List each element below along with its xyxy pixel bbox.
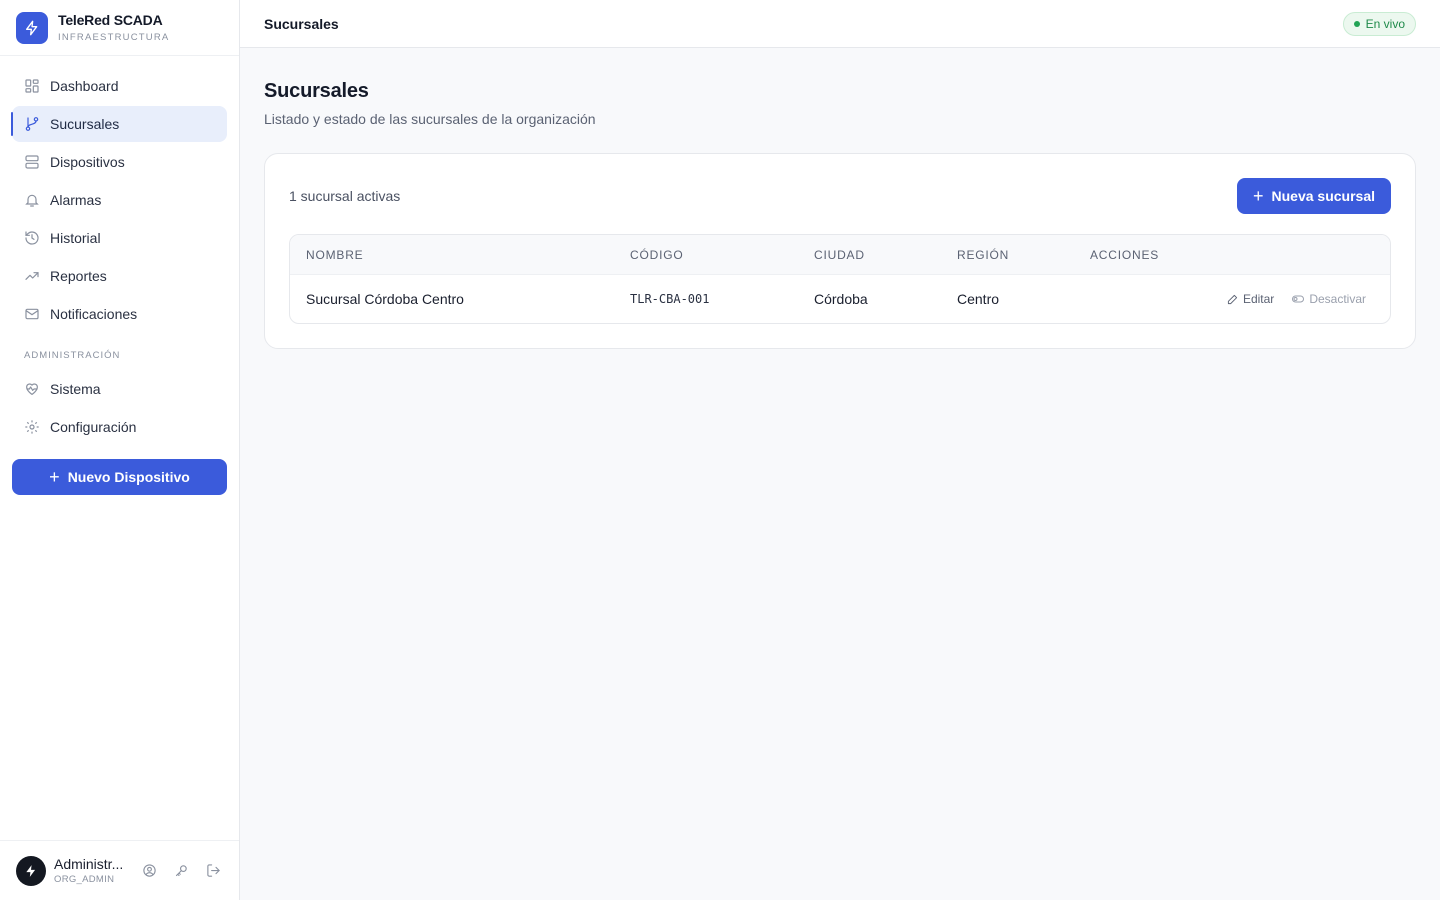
topbar: Sucursales En vivo	[240, 0, 1440, 48]
deactivate-button[interactable]: Desactivar	[1292, 292, 1366, 306]
sidebar-item-label: Sistema	[50, 381, 101, 397]
sidebar-item-label: Configuración	[50, 419, 137, 435]
sidebar: TeleRed SCADA INFRAESTRUCTURA Dashboard …	[0, 0, 240, 900]
branch-icon	[24, 116, 40, 132]
sidebar-item-label: Dispositivos	[50, 154, 125, 170]
table-row: Sucursal Córdoba Centro TLR-CBA-001 Córd…	[290, 275, 1390, 323]
new-branch-label: Nueva sucursal	[1271, 188, 1376, 204]
sidebar-item-sistema[interactable]: Sistema	[12, 371, 227, 407]
bell-icon	[24, 192, 40, 208]
profile-icon[interactable]	[140, 862, 158, 880]
grid-icon	[24, 78, 40, 94]
plus-icon: +	[1252, 186, 1264, 206]
avatar[interactable]	[16, 855, 46, 886]
sidebar-item-label: Historial	[50, 230, 101, 246]
branches-card: 1 sucursal activas + Nueva sucursal NOMB…	[264, 153, 1416, 349]
sidebar-item-notificaciones[interactable]: Notificaciones	[12, 296, 227, 332]
live-status-label: En vivo	[1365, 16, 1405, 31]
trending-icon	[24, 268, 40, 284]
new-device-label: Nuevo Dispositivo	[67, 469, 190, 485]
cell-city: Córdoba	[814, 291, 868, 307]
pencil-icon	[1227, 294, 1238, 304]
user-bar: Administr... ORG_ADMIN	[0, 840, 239, 900]
heart-pulse-icon	[24, 381, 40, 397]
column-header-ciudad: CIUDAD	[814, 247, 865, 262]
sidebar-item-configuracion[interactable]: Configuración	[12, 409, 227, 445]
key-icon[interactable]	[172, 862, 190, 880]
section-label-admin: ADMINISTRACIÓN	[24, 350, 121, 361]
bolt-icon	[16, 11, 48, 44]
user-role: ORG_ADMIN	[54, 874, 115, 885]
active-count: 1 sucursal activas	[289, 188, 401, 204]
plus-icon: +	[49, 467, 60, 487]
sidebar-item-sucursales[interactable]: Sucursales	[11, 106, 227, 142]
topbar-title: Sucursales	[264, 15, 339, 32]
brand-title: TeleRed SCADA	[58, 11, 163, 28]
column-header-codigo: CÓDIGO	[630, 247, 684, 262]
page-subtitle: Listado y estado de las sucursales de la…	[264, 111, 596, 127]
mail-icon	[24, 306, 40, 322]
main-content: Sucursales Listado y estado de las sucur…	[264, 80, 1416, 349]
status-dot-icon	[1353, 20, 1360, 27]
edit-label: Editar	[1242, 292, 1275, 306]
logout-icon[interactable]	[204, 862, 222, 880]
new-branch-button[interactable]: + Nueva sucursal	[1236, 178, 1391, 214]
server-icon	[24, 154, 40, 170]
column-header-acciones: ACCIONES	[1090, 247, 1160, 262]
sidebar-item-dashboard[interactable]: Dashboard	[12, 68, 227, 104]
page-title: Sucursales	[264, 80, 369, 102]
gear-icon	[24, 419, 40, 435]
sidebar-item-label: Reportes	[50, 268, 107, 284]
brand: TeleRed SCADA INFRAESTRUCTURA	[0, 0, 239, 56]
cell-code: TLR-CBA-001	[630, 292, 710, 306]
user-name: Administr...	[54, 856, 124, 872]
sidebar-item-label: Notificaciones	[50, 306, 138, 322]
sidebar-nav: Dashboard Sucursales Dispositivos Alarma…	[0, 56, 239, 445]
toggle-icon	[1292, 295, 1305, 303]
cell-region: Centro	[957, 291, 1000, 307]
row-actions: Editar Desactivar	[1090, 292, 1390, 306]
sidebar-item-alarmas[interactable]: Alarmas	[12, 182, 227, 218]
sidebar-item-dispositivos[interactable]: Dispositivos	[12, 144, 227, 180]
edit-button[interactable]: Editar	[1227, 292, 1274, 306]
new-device-button[interactable]: + Nuevo Dispositivo	[12, 459, 227, 495]
history-icon	[24, 230, 40, 246]
sidebar-item-label: Dashboard	[50, 78, 119, 94]
column-header-nombre: NOMBRE	[306, 247, 364, 262]
sidebar-item-label: Sucursales	[50, 116, 120, 132]
brand-subtitle: INFRAESTRUCTURA	[58, 31, 170, 43]
sidebar-item-historial[interactable]: Historial	[12, 220, 227, 256]
sidebar-item-reportes[interactable]: Reportes	[12, 258, 227, 294]
table-header: NOMBRE CÓDIGO CIUDAD REGIÓN ACCIONES	[290, 235, 1390, 275]
column-header-region: REGIÓN	[957, 247, 1010, 262]
branches-table: NOMBRE CÓDIGO CIUDAD REGIÓN ACCIONES Suc…	[289, 234, 1391, 324]
live-status-badge: En vivo	[1342, 11, 1416, 36]
deactivate-label: Desactivar	[1309, 292, 1366, 306]
sidebar-item-label: Alarmas	[50, 192, 102, 208]
cell-name: Sucursal Córdoba Centro	[306, 291, 464, 307]
